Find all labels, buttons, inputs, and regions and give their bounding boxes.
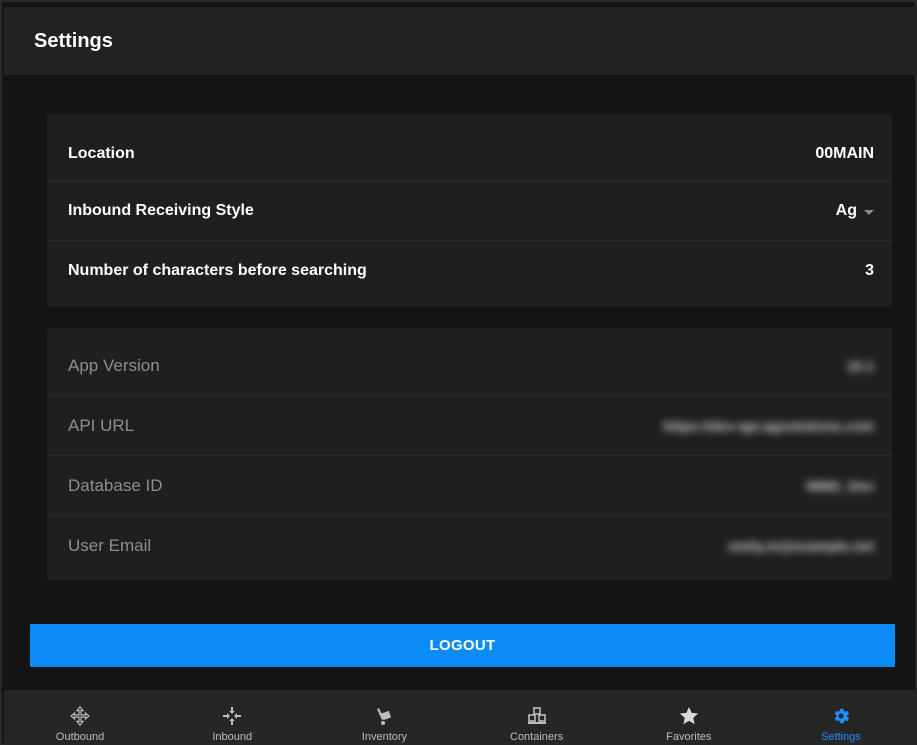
outbound-icon xyxy=(68,704,92,728)
info-value: emily.m@example.net xyxy=(728,538,874,554)
info-label: API URL xyxy=(68,415,135,435)
setting-label: Inbound Receiving Style xyxy=(68,202,254,219)
app-frame: Settings Location 00MAIN Inbound Receivi… xyxy=(0,0,917,745)
setting-row-location[interactable]: Location 00MAIN xyxy=(47,114,892,182)
bottom-nav: Outbound Inbound Inventory Containers Fa… xyxy=(4,690,917,745)
nav-label: Inventory xyxy=(361,731,408,743)
setting-row-receiving-style[interactable]: Inbound Receiving Style Ag xyxy=(47,182,892,241)
setting-value: Ag xyxy=(835,202,857,219)
star-icon xyxy=(677,704,701,728)
app-info-card: App Version 10.1 API URL https://dev-api… xyxy=(47,328,892,580)
info-row-api-url: API URL https://dev-api.agsolutions.com xyxy=(47,396,892,456)
info-value: WMS_Dev xyxy=(806,477,874,494)
nav-item-inbound[interactable]: Inbound xyxy=(156,690,308,745)
logout-button[interactable]: LOGOUT xyxy=(30,624,895,667)
setting-value: 00MAIN xyxy=(815,144,874,162)
inbound-icon xyxy=(220,704,244,728)
nav-item-settings[interactable]: Settings xyxy=(765,690,917,745)
setting-value: 3 xyxy=(865,261,874,279)
nav-item-outbound[interactable]: Outbound xyxy=(4,690,156,745)
nav-item-containers[interactable]: Containers xyxy=(461,690,613,745)
nav-label: Inbound xyxy=(212,731,253,743)
info-label: Database ID xyxy=(68,475,163,495)
nav-label: Favorites xyxy=(666,731,712,743)
nav-item-inventory[interactable]: Inventory xyxy=(308,690,460,745)
info-row-database-id: Database ID WMS_Dev xyxy=(47,456,892,516)
setting-row-search-chars[interactable]: Number of characters before searching 3 xyxy=(47,241,892,300)
info-label: User Email xyxy=(68,536,152,555)
inventory-icon xyxy=(372,704,396,728)
dropdown-caret-icon xyxy=(864,209,874,215)
nav-label: Outbound xyxy=(55,731,105,743)
info-row-user-email: User Email emily.m@example.net xyxy=(47,516,892,576)
info-value: 10.1 xyxy=(846,357,874,374)
info-row-app-version: App Version 10.1 xyxy=(47,328,892,396)
header-bar: Settings xyxy=(4,7,917,75)
nav-label: Containers xyxy=(510,731,564,743)
receiving-style-select[interactable]: Ag xyxy=(836,202,874,220)
gear-icon xyxy=(829,704,853,728)
nav-label: Settings xyxy=(821,731,861,743)
info-value: https://dev-api.agsolutions.com xyxy=(663,417,874,434)
setting-label: Location xyxy=(68,144,135,162)
settings-card: Location 00MAIN Inbound Receiving Style … xyxy=(47,114,892,307)
containers-icon xyxy=(525,704,549,728)
info-label: App Version xyxy=(68,355,160,375)
nav-item-favorites[interactable]: Favorites xyxy=(613,690,765,745)
page-title: Settings xyxy=(34,29,113,52)
setting-label: Number of characters before searching xyxy=(68,261,367,279)
